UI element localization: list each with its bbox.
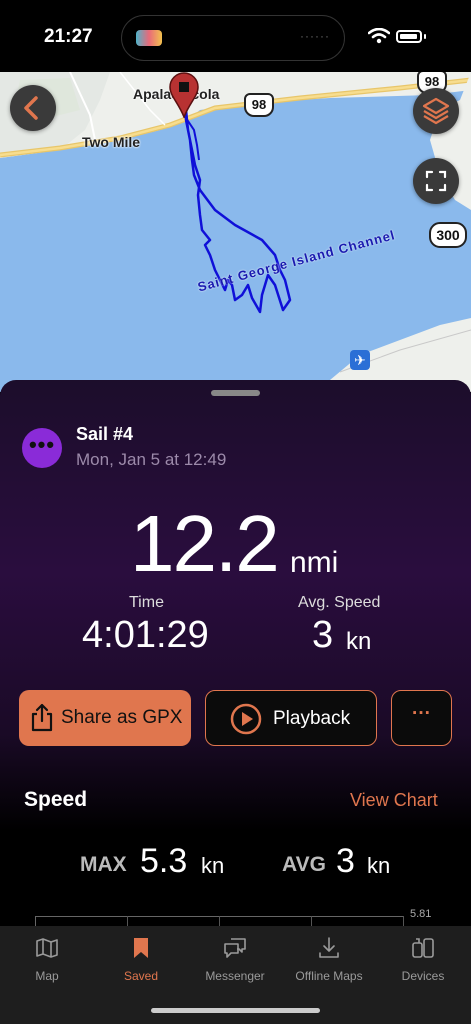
- road-shield: 300: [429, 222, 467, 248]
- more-options-icon: ···: [412, 703, 431, 724]
- start-pin-icon: [169, 72, 199, 118]
- status-time: 21:27: [44, 26, 93, 47]
- share-gpx-button[interactable]: Share as GPX: [19, 690, 191, 746]
- map-icon: [36, 938, 58, 958]
- avg-speed-stat-unit: kn: [367, 853, 391, 878]
- tab-saved[interactable]: Saved: [94, 926, 188, 996]
- more-options-button[interactable]: ···: [391, 690, 452, 746]
- tab-offline-maps-label: Offline Maps: [295, 969, 363, 983]
- tab-messenger-label: Messenger: [205, 969, 265, 983]
- sheet-grabber[interactable]: [211, 390, 260, 396]
- speed-section-title: Speed: [24, 788, 88, 811]
- max-speed-label: MAX: [80, 853, 127, 876]
- activity-name[interactable]: Sail #4: [76, 424, 133, 445]
- home-indicator[interactable]: [151, 1008, 320, 1013]
- dynamic-island[interactable]: ······: [121, 15, 345, 61]
- tab-offline-maps[interactable]: Offline Maps: [282, 926, 376, 996]
- tab-messenger[interactable]: Messenger: [188, 926, 282, 996]
- time-value: 4:01:29: [82, 614, 209, 656]
- airport-icon: ✈: [350, 350, 370, 370]
- devices-icon: [412, 938, 434, 958]
- battery-icon: [396, 30, 422, 43]
- share-icon: [31, 703, 53, 732]
- map-view[interactable]: 98 98 300 Apalachicola Two Mile Saint Ge…: [0, 72, 471, 392]
- layers-icon: [422, 97, 450, 125]
- distance-unit: nmi: [290, 546, 339, 579]
- map-layers-button[interactable]: [413, 88, 459, 134]
- tab-saved-label: Saved: [123, 969, 159, 983]
- tab-map-label: Map: [35, 969, 59, 983]
- play-circle-icon: [230, 703, 262, 735]
- max-speed-unit: kn: [201, 853, 225, 878]
- fullscreen-button[interactable]: [413, 158, 459, 204]
- tab-map[interactable]: Map: [0, 926, 94, 996]
- audio-waveform-icon: ······: [300, 29, 330, 43]
- battery-cap: [424, 34, 426, 39]
- avg-speed-stat-value: 3: [336, 842, 355, 880]
- view-chart-link[interactable]: View Chart: [350, 790, 438, 811]
- chat-icon: [224, 938, 246, 958]
- avg-speed-stat-label: AVG: [282, 853, 326, 876]
- back-button[interactable]: [10, 85, 56, 131]
- status-bar: 21:27 ······: [0, 0, 471, 72]
- avg-speed-label: Avg. Speed: [298, 594, 381, 611]
- distance-value: 12.2: [130, 499, 280, 588]
- download-icon: [319, 937, 339, 958]
- time-label: Time: [129, 594, 164, 611]
- map-label-town: Two Mile: [82, 134, 141, 150]
- chevron-left-icon: [24, 96, 38, 120]
- playback-label: Playback: [273, 708, 351, 729]
- max-speed-value: 5.3: [140, 842, 188, 880]
- wifi-icon: [368, 28, 390, 44]
- share-gpx-label: Share as GPX: [61, 707, 183, 728]
- tab-devices[interactable]: Devices: [376, 926, 470, 996]
- expand-icon: [425, 170, 447, 192]
- bookmark-icon: [134, 938, 148, 958]
- activity-type-icon: •••: [22, 428, 62, 468]
- map-canvas: [0, 72, 471, 392]
- avg-speed-value: 3: [312, 614, 334, 656]
- activity-date: Mon, Jan 5 at 12:49: [76, 450, 227, 469]
- speed-chart-max-tick: 5.81: [410, 908, 432, 920]
- road-shield: 98: [244, 93, 274, 117]
- playback-button[interactable]: Playback: [205, 690, 377, 746]
- now-playing-artwork: [136, 30, 162, 46]
- tab-devices-label: Devices: [401, 969, 445, 983]
- avg-speed-unit: kn: [346, 628, 372, 655]
